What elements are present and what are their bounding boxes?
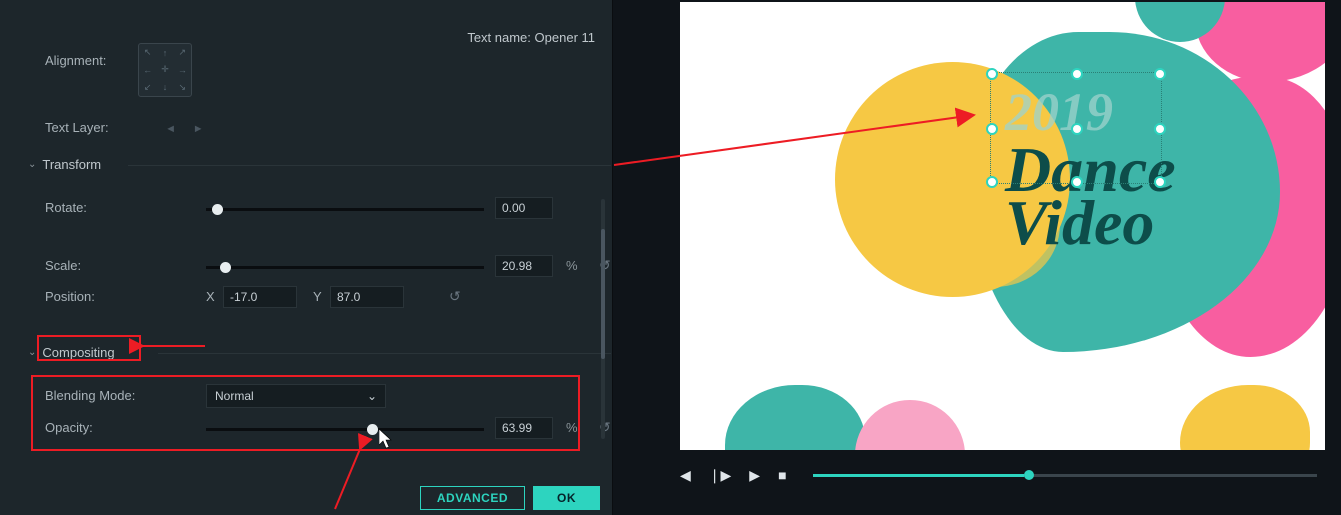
play-button[interactable]: ▶ xyxy=(749,467,760,484)
rotate-label: Rotate: xyxy=(10,200,155,215)
scrollbar-thumb[interactable] xyxy=(601,229,605,359)
resize-handle[interactable] xyxy=(1154,176,1166,188)
advanced-button[interactable]: ADVANCED xyxy=(420,486,525,510)
transform-title: Transform xyxy=(42,157,101,172)
scrollbar[interactable] xyxy=(601,199,605,439)
resize-handle[interactable] xyxy=(986,176,998,188)
resize-handle[interactable] xyxy=(986,68,998,80)
playback-progress xyxy=(813,474,1025,477)
text-layer-label: Text Layer: xyxy=(10,120,155,135)
scale-input[interactable] xyxy=(495,255,553,277)
center-handle[interactable] xyxy=(1071,123,1083,135)
align-right[interactable]: → xyxy=(174,61,191,78)
scale-slider[interactable] xyxy=(206,266,484,269)
resize-handle[interactable] xyxy=(1071,68,1083,80)
prev-text-layer-button[interactable]: ◄ xyxy=(162,123,180,135)
play-pause-button[interactable]: ❘▶ xyxy=(709,467,732,484)
scale-label: Scale: xyxy=(10,258,155,273)
resize-handle[interactable] xyxy=(1154,123,1166,135)
footer-buttons: ADVANCED OK xyxy=(420,486,600,510)
annotation-box-compositing-group xyxy=(31,375,580,451)
divider xyxy=(158,353,611,354)
align-bottom-right[interactable]: ↘ xyxy=(174,79,191,96)
scale-slider-thumb[interactable] xyxy=(220,262,231,273)
panel-inner: Text name: Opener 11 Alignment: ↖ ↑ ↗ ← … xyxy=(10,5,607,515)
shape-yellow xyxy=(1180,385,1310,450)
rotate-slider-thumb[interactable] xyxy=(212,204,223,215)
text-layer-row: Text Layer: ◄ ► xyxy=(10,120,210,135)
shape-pink xyxy=(855,400,965,450)
selection-bounding-box[interactable] xyxy=(990,72,1162,184)
video-preview-canvas[interactable]: 2019 Dance Video xyxy=(680,2,1325,450)
app-root: Text name: Opener 11 Alignment: ↖ ↑ ↗ ← … xyxy=(0,0,1341,515)
shape-teal xyxy=(725,385,865,450)
stop-button[interactable]: ■ xyxy=(778,467,786,483)
align-bottom-left[interactable]: ↙ xyxy=(139,79,156,96)
align-center[interactable]: ✛ xyxy=(156,61,173,78)
chevron-down-icon: ⌄ xyxy=(28,159,36,170)
resize-handle[interactable] xyxy=(1071,176,1083,188)
preview-panel: 2019 Dance Video ◀ ❘▶ ▶ ■ xyxy=(625,0,1341,515)
divider xyxy=(128,165,611,166)
playback-track[interactable] xyxy=(813,474,1317,477)
playback-thumb[interactable] xyxy=(1024,470,1034,480)
text-name-row: Text name: Opener 11 xyxy=(467,30,595,45)
scale-row: Scale: % ↺ xyxy=(10,258,607,273)
ok-button[interactable]: OK xyxy=(533,486,600,510)
position-x-input[interactable] xyxy=(223,286,297,308)
transform-section-header[interactable]: ⌄ Transform xyxy=(28,157,101,172)
scale-percent-label: % xyxy=(566,258,578,273)
align-top-right[interactable]: ↗ xyxy=(174,44,191,61)
align-left[interactable]: ← xyxy=(139,61,156,78)
position-label: Position: xyxy=(10,289,155,304)
position-x-label: X xyxy=(206,289,215,304)
alignment-label: Alignment: xyxy=(10,53,155,68)
next-text-layer-button[interactable]: ► xyxy=(189,123,207,135)
position-y-input[interactable] xyxy=(330,286,404,308)
align-top[interactable]: ↑ xyxy=(156,44,173,61)
rotate-slider[interactable] xyxy=(206,208,484,211)
position-row: Position: X Y ↺ xyxy=(10,289,607,304)
rotate-row: Rotate: xyxy=(10,200,607,215)
text-name-value: Opener 11 xyxy=(535,30,595,45)
chevron-down-icon: ⌄ xyxy=(28,347,36,358)
playback-bar: ◀ ❘▶ ▶ ■ xyxy=(680,460,1325,490)
position-reset-icon[interactable]: ↺ xyxy=(449,288,461,305)
position-y-label: Y xyxy=(313,289,322,304)
resize-handle[interactable] xyxy=(1154,68,1166,80)
resize-handle[interactable] xyxy=(986,123,998,135)
text-name-label: Text name: xyxy=(467,30,531,45)
prev-frame-button[interactable]: ◀ xyxy=(680,467,691,484)
annotation-box-compositing-label xyxy=(37,335,141,361)
alignment-row: Alignment: xyxy=(10,53,607,68)
properties-panel: Text name: Opener 11 Alignment: ↖ ↑ ↗ ← … xyxy=(0,0,613,515)
rotate-input[interactable] xyxy=(495,197,553,219)
alignment-grid[interactable]: ↖ ↑ ↗ ← ✛ → ↙ ↓ ↘ xyxy=(138,43,192,97)
align-top-left[interactable]: ↖ xyxy=(139,44,156,61)
align-bottom[interactable]: ↓ xyxy=(156,79,173,96)
preview-text-line3: Video xyxy=(1005,193,1176,254)
